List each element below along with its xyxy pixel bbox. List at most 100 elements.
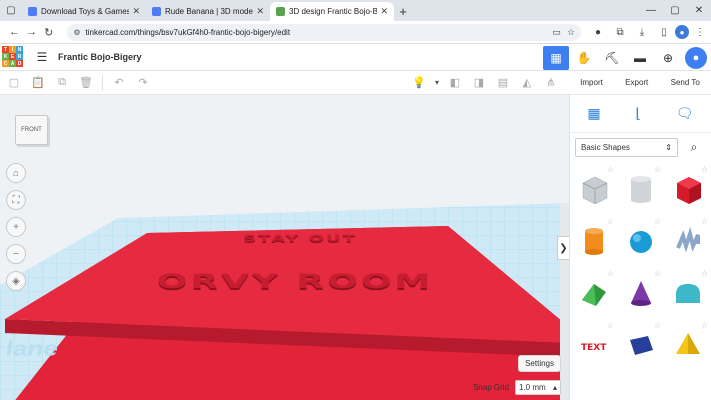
- reload-icon[interactable]: ↻: [40, 22, 57, 42]
- toolbar-divider: [102, 74, 103, 91]
- search-icon[interactable]: ⌕: [684, 138, 704, 157]
- export-button[interactable]: Export: [625, 78, 648, 87]
- box-shape-blue[interactable]: ☆: [621, 321, 661, 367]
- delete-icon[interactable]: 🗑: [74, 73, 98, 93]
- profile-avatar[interactable]: ●: [675, 25, 690, 39]
- close-window-icon[interactable]: ✕: [687, 0, 711, 21]
- snap-grid-select[interactable]: 1.0 mm ▴: [515, 380, 561, 395]
- cast-icon[interactable]: ▭: [552, 27, 561, 38]
- extension-icon[interactable]: ●: [587, 27, 609, 38]
- favorite-star-icon[interactable]: ☆: [607, 217, 614, 226]
- shape-category-select[interactable]: Basic Shapes ⇕: [575, 138, 678, 157]
- close-tab-icon[interactable]: ✕: [256, 6, 264, 17]
- model-text-top[interactable]: STAY OUT: [190, 233, 410, 245]
- duplicate-icon[interactable]: ⧉: [50, 73, 74, 93]
- send-to-button[interactable]: Send To: [671, 78, 700, 87]
- shape-category-value: Basic Shapes: [581, 143, 630, 152]
- briefcase-icon[interactable]: ▬: [627, 46, 653, 70]
- favorite-star-icon[interactable]: ☆: [701, 217, 708, 226]
- ungroup-icon[interactable]: ◨: [467, 73, 491, 93]
- favorite-star-icon[interactable]: ☆: [607, 165, 614, 174]
- tab-search-icon[interactable]: ▢: [0, 0, 22, 21]
- zoom-out-icon[interactable]: −: [6, 244, 26, 264]
- minimize-icon[interactable]: —: [639, 0, 663, 21]
- roof-shape[interactable]: ☆: [574, 269, 614, 315]
- design-title[interactable]: Frantic Bojo-Bigery: [58, 52, 142, 62]
- import-button[interactable]: Import: [580, 78, 603, 87]
- scribble-shape[interactable]: ☆: [668, 217, 708, 263]
- redo-icon[interactable]: ↷: [131, 73, 155, 93]
- bookmark-star-icon[interactable]: ☆: [567, 27, 575, 38]
- favorite-star-icon[interactable]: ☆: [701, 321, 708, 330]
- favorite-star-icon[interactable]: ☆: [654, 269, 661, 278]
- site-info-icon[interactable]: ⚙: [73, 28, 80, 37]
- tab-favicon: [28, 7, 37, 16]
- chevron-updown-icon: ⇕: [665, 143, 672, 152]
- view-cube[interactable]: FRONT: [15, 115, 48, 145]
- undo-icon[interactable]: ↶: [107, 73, 131, 93]
- ruler-icon[interactable]: ⌊: [635, 105, 640, 122]
- downloads-icon[interactable]: ⤓: [631, 27, 653, 38]
- cone-shape[interactable]: ☆: [621, 269, 661, 315]
- round-roof-shape[interactable]: ☆: [668, 269, 708, 315]
- browser-tab-2[interactable]: Rude Banana | 3D models dov ✕: [146, 2, 270, 21]
- new-tab-button[interactable]: +: [394, 2, 412, 21]
- snap-grid-control: Snap Grid 1.0 mm ▴: [473, 380, 561, 395]
- 3d-view-grid-icon[interactable]: ▦: [543, 45, 569, 70]
- tab-favicon: [152, 7, 161, 16]
- close-tab-icon[interactable]: ✕: [132, 6, 140, 17]
- workplane-scene: [0, 203, 569, 400]
- browser-tab-3[interactable]: 3D design Frantic Bojo-Bigery ✕: [270, 2, 394, 21]
- designs-list-icon[interactable]: ☰: [32, 50, 52, 64]
- tinkercad-logo[interactable]: TIN KER CAD: [2, 46, 24, 68]
- box-hole-shape[interactable]: ☆: [574, 165, 614, 211]
- back-icon[interactable]: ←: [6, 22, 23, 42]
- edit-toolbar: ▢ 📋 ⧉ 🗑 ↶ ↷ 💡 ▾ ◧ ◨ ▤ ◭ ⋔: [0, 71, 569, 95]
- pyramid-shape[interactable]: ☆: [668, 321, 708, 367]
- favorite-star-icon[interactable]: ☆: [607, 321, 614, 330]
- home-view-icon[interactable]: ⌂: [6, 163, 26, 183]
- align-icon[interactable]: ▤: [491, 73, 515, 93]
- pickaxe-icon[interactable]: ⛏: [599, 46, 625, 70]
- paste-icon[interactable]: 📋: [26, 73, 50, 93]
- favorite-star-icon[interactable]: ☆: [607, 269, 614, 278]
- sidepanel-icon[interactable]: ▯: [653, 27, 675, 38]
- workplane-icon[interactable]: ▦: [587, 105, 600, 122]
- tab-title: 3D design Frantic Bojo-Bigery: [289, 7, 378, 16]
- chrome-menu-icon[interactable]: ⋮: [689, 27, 711, 38]
- 3d-workplane-viewport[interactable]: STAY OUT ORVY ROOM lane FRONT ⌂ ⛶ + − ◈ …: [0, 95, 569, 400]
- new-shape-icon[interactable]: ▢: [2, 73, 26, 93]
- favorite-star-icon[interactable]: ☆: [654, 165, 661, 174]
- favorite-star-icon[interactable]: ☆: [701, 165, 708, 174]
- cylinder-hole-shape[interactable]: ☆: [621, 165, 661, 211]
- chevron-down-icon[interactable]: ▾: [431, 73, 443, 93]
- flip-icon[interactable]: ◭: [515, 73, 539, 93]
- blocks-hand-icon[interactable]: ✋: [571, 46, 597, 70]
- box-shape[interactable]: ☆: [668, 165, 708, 211]
- mirror-icon[interactable]: ⋔: [539, 73, 563, 93]
- shape-library: ☆ ☆ ☆ ☆ ☆ ☆ ☆ ☆ ☆ TEXT ☆ ☆ ☆: [574, 165, 708, 375]
- settings-button[interactable]: Settings: [518, 355, 561, 372]
- zoom-in-icon[interactable]: +: [6, 217, 26, 237]
- light-bulb-icon[interactable]: 💡: [407, 73, 431, 93]
- cylinder-shape[interactable]: ☆: [574, 217, 614, 263]
- close-tab-icon[interactable]: ✕: [380, 6, 388, 17]
- favorite-star-icon[interactable]: ☆: [654, 217, 661, 226]
- browser-tab-1[interactable]: Download Toys & Games 3D m ✕: [22, 2, 146, 21]
- notes-icon[interactable]: 🗨: [676, 105, 694, 122]
- forward-icon[interactable]: →: [23, 22, 40, 42]
- ortho-view-icon[interactable]: ◈: [6, 271, 26, 291]
- add-user-icon[interactable]: ⊕: [655, 46, 681, 70]
- extensions-puzzle-icon[interactable]: ⧉: [609, 27, 631, 38]
- url-input[interactable]: ⚙ tinkercad.com/things/bsv7ukGf4h0-frant…: [67, 23, 582, 41]
- text-shape[interactable]: TEXT ☆: [574, 321, 614, 367]
- group-icon[interactable]: ◧: [443, 73, 467, 93]
- favorite-star-icon[interactable]: ☆: [701, 269, 708, 278]
- fit-view-icon[interactable]: ⛶: [6, 190, 26, 210]
- sphere-shape[interactable]: ☆: [621, 217, 661, 263]
- collapse-panel-chevron-icon[interactable]: ❯: [557, 236, 569, 260]
- maximize-icon[interactable]: ▢: [663, 0, 687, 21]
- user-avatar[interactable]: ●: [685, 46, 707, 69]
- favorite-star-icon[interactable]: ☆: [654, 321, 661, 330]
- model-text-bottom[interactable]: ORVY ROOM: [95, 270, 495, 293]
